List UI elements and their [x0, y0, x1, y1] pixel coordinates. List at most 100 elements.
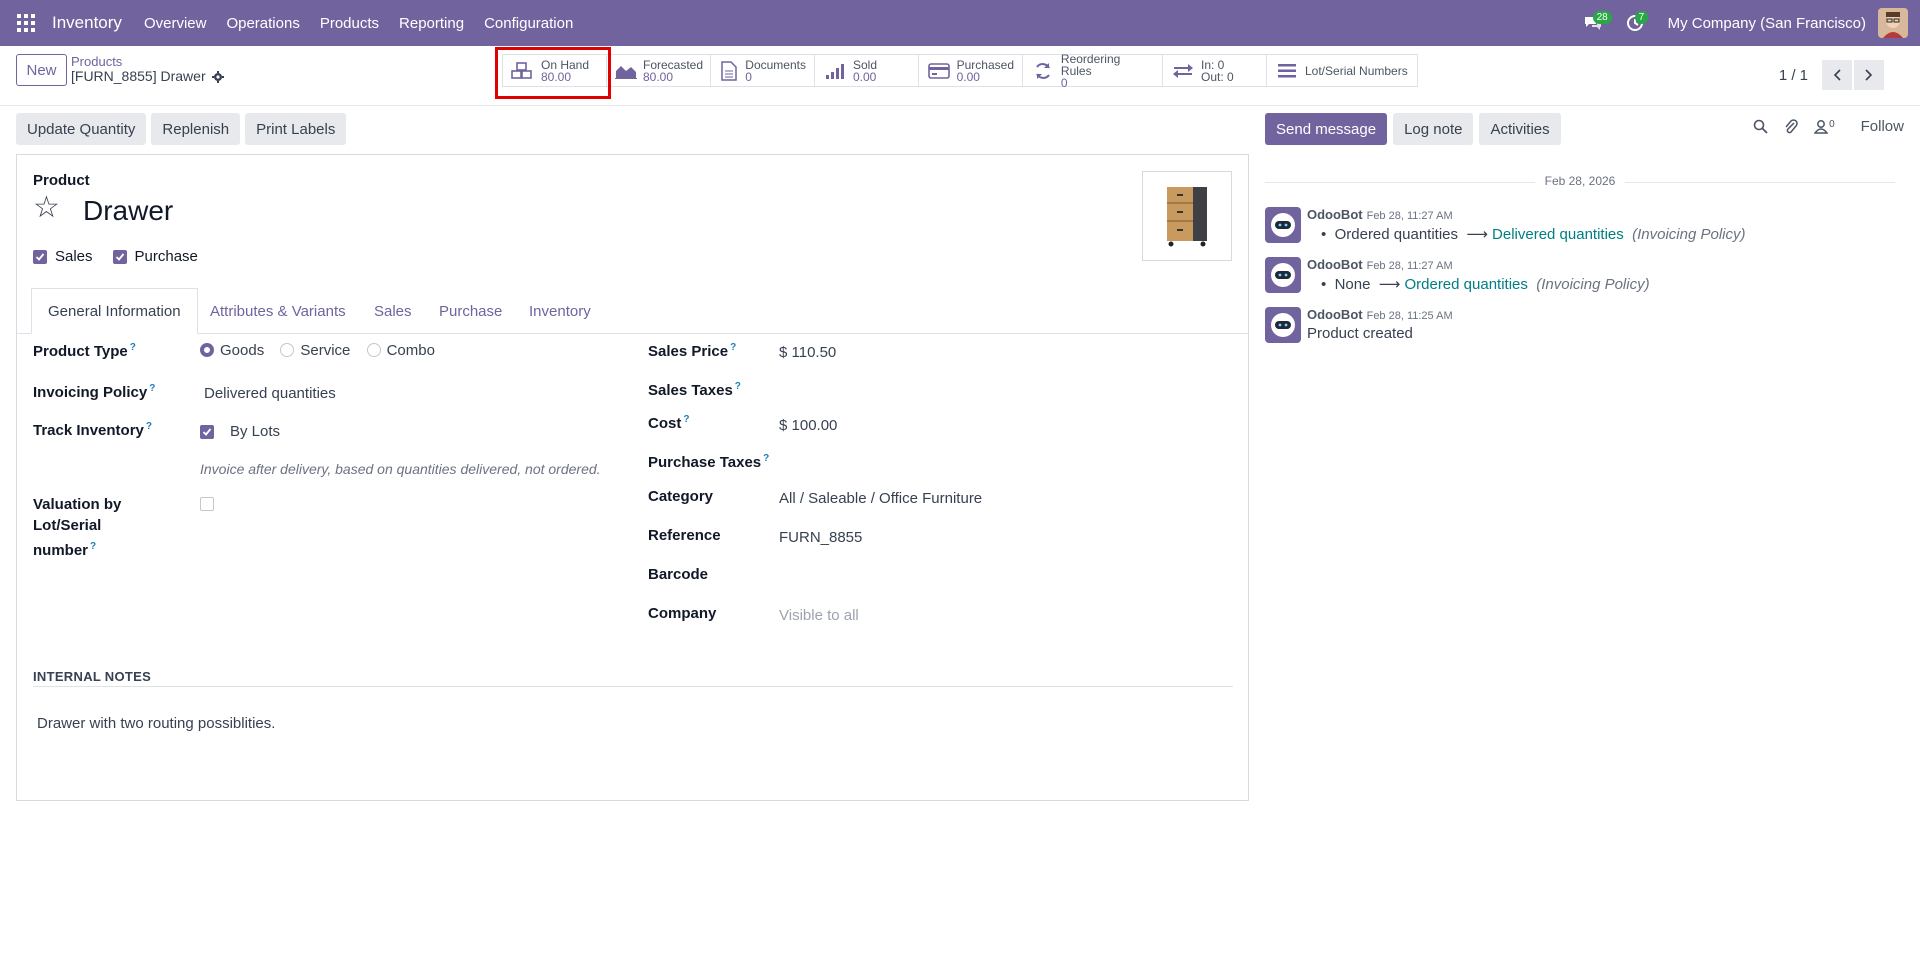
breadcrumb-products-link[interactable]: Products	[71, 54, 224, 69]
smart-buttons: On Hand 80.00 Forecasted 80.00 Documents 0 …	[502, 53, 1418, 89]
tracking-select[interactable]: By Lots	[230, 423, 280, 440]
paperclip-icon[interactable]	[1784, 118, 1798, 135]
tab-purchase[interactable]: Purchase	[439, 288, 502, 334]
menu-overview[interactable]: Overview	[144, 15, 207, 32]
credit-card-icon	[927, 60, 951, 82]
message-body: Product created	[1307, 325, 1413, 342]
category-field[interactable]: All / Saleable / Office Furniture	[779, 490, 982, 507]
help-tooltip-icon[interactable]: ?	[730, 342, 736, 353]
refresh-icon	[1031, 60, 1055, 82]
help-tooltip-icon[interactable]: ?	[90, 541, 96, 552]
message-time: Feb 28, 11:25 AM	[1366, 310, 1453, 322]
help-tooltip-icon[interactable]: ?	[149, 383, 155, 394]
menu-operations[interactable]: Operations	[226, 15, 299, 32]
product-name-field[interactable]: Drawer	[83, 195, 173, 227]
help-tooltip-icon[interactable]: ?	[763, 453, 769, 464]
signal-icon	[823, 60, 847, 82]
stat-value: 0.00	[853, 69, 877, 84]
send-message-button[interactable]: Send message	[1265, 113, 1388, 145]
gear-icon[interactable]	[211, 70, 224, 83]
internal-notes-divider	[33, 686, 1233, 687]
tab-general-information[interactable]: General Information	[31, 288, 198, 334]
stat-in: In: 0	[1201, 57, 1225, 72]
sales-taxes-field[interactable]	[779, 381, 1199, 401]
activities-button[interactable]: Activities	[1479, 113, 1561, 145]
sales-checkbox[interactable]	[33, 249, 47, 264]
search-icon[interactable]	[1753, 119, 1768, 134]
app-name[interactable]: Inventory	[52, 13, 122, 33]
invoicing-policy-label: Invoicing Policy?	[33, 383, 155, 401]
product-image[interactable]	[1142, 171, 1232, 261]
stat-purchased[interactable]: Purchased 0.00	[919, 55, 1023, 86]
replenish-button[interactable]: Replenish	[151, 113, 241, 145]
radio-goods[interactable]: Goods	[200, 342, 264, 359]
new-button[interactable]: New	[16, 54, 67, 86]
pager-next-button[interactable]	[1854, 60, 1884, 90]
stat-value: 80.00	[643, 69, 674, 84]
message-body: • None ⟶ Ordered quantities (Invoicing P…	[1321, 276, 1650, 293]
help-tooltip-icon[interactable]: ?	[130, 342, 136, 353]
chatter-message: OdooBot Feb 28, 11:27 AM • Ordered quanti…	[1265, 207, 1905, 247]
purchase-taxes-field[interactable]	[779, 453, 1199, 473]
tab-attributes-variants[interactable]: Attributes & Variants	[210, 288, 346, 334]
reference-field[interactable]: FURN_8855	[779, 529, 862, 546]
message-author: OdooBot Feb 28, 11:25 AM	[1307, 307, 1453, 322]
barcode-field[interactable]	[779, 566, 1199, 586]
old-value: None	[1334, 276, 1371, 293]
radio-combo[interactable]: Combo	[366, 342, 435, 359]
stat-lot-serial-numbers[interactable]: Lot/Serial Numbers	[1267, 55, 1417, 86]
tab-sales[interactable]: Sales	[374, 288, 412, 334]
sales-taxes-label-text: Sales Taxes	[648, 382, 733, 399]
internal-notes-field[interactable]: Drawer with two routing possiblities.	[37, 715, 275, 732]
radio-goods-label: Goods	[220, 342, 265, 359]
pager-count[interactable]: 1 / 1	[1779, 67, 1808, 84]
pager-previous-button[interactable]	[1822, 60, 1852, 90]
category-label: Category	[648, 488, 714, 505]
chatter-date-separator: Feb 28, 2026	[1265, 174, 1895, 190]
print-labels-button[interactable]: Print Labels	[245, 113, 347, 145]
apps-menu-icon[interactable]	[0, 0, 52, 46]
message-time: Feb 28, 11:27 AM	[1366, 210, 1453, 222]
activities-button[interactable]: 7	[1622, 10, 1649, 36]
favorite-star-icon[interactable]: ☆	[33, 193, 60, 223]
log-note-button[interactable]: Log note	[1393, 113, 1474, 145]
track-inventory-checkbox[interactable]	[200, 424, 214, 439]
invoicing-policy-field[interactable]: Delivered quantities	[204, 385, 336, 402]
menu-configuration[interactable]: Configuration	[484, 15, 573, 32]
valuation-checkbox[interactable]	[200, 497, 214, 511]
company-field[interactable]: Visible to all	[779, 607, 859, 624]
valuation-label-line1: Valuation by Lot/Serial	[33, 496, 122, 534]
stat-label: Forecasted	[643, 57, 704, 72]
help-tooltip-icon[interactable]: ?	[735, 381, 741, 392]
messages-count-badge: 28	[1592, 11, 1612, 24]
menu-reporting[interactable]: Reporting	[399, 15, 464, 32]
form-tabs: General Information Attributes & Variant…	[17, 288, 1248, 334]
author-name: OdooBot	[1307, 257, 1363, 272]
update-quantity-button[interactable]: Update Quantity	[16, 113, 147, 145]
purchase-checkbox[interactable]	[112, 249, 127, 264]
messages-button[interactable]: 28	[1580, 10, 1612, 36]
sales-price-label-text: Sales Price	[648, 343, 729, 360]
sales-price-field[interactable]: $ 110.50	[779, 344, 836, 361]
help-tooltip-icon[interactable]: ?	[146, 421, 152, 432]
cost-label-text: Cost	[648, 415, 682, 432]
user-icon	[1814, 120, 1829, 134]
chatter-actions: Send message Log note Activities	[1265, 113, 1561, 145]
company-switcher[interactable]: My Company (San Francisco)	[1668, 15, 1866, 32]
followers-button[interactable]: 0	[1814, 119, 1835, 134]
help-tooltip-icon[interactable]: ?	[683, 414, 689, 425]
follow-button[interactable]: Follow	[1861, 118, 1904, 135]
sales-checkbox-label: Sales	[55, 248, 93, 265]
menu-products[interactable]: Products	[320, 15, 379, 32]
radio-combo-label: Combo	[386, 342, 435, 359]
changed-field: (Invoicing Policy)	[1632, 226, 1746, 243]
stat-forecasted[interactable]: Forecasted 80.00	[607, 55, 711, 86]
user-avatar[interactable]	[1878, 8, 1908, 38]
stat-reordering-rules[interactable]: Reordering Rules 0	[1023, 53, 1163, 89]
stat-in-out[interactable]: In: 0 Out: 0	[1163, 55, 1267, 86]
stat-sold[interactable]: Sold 0.00	[815, 55, 919, 86]
radio-service[interactable]: Service	[280, 342, 350, 359]
tab-inventory[interactable]: Inventory	[529, 288, 591, 334]
stat-documents[interactable]: Documents 0	[711, 55, 815, 86]
cost-field[interactable]: $ 100.00	[779, 417, 837, 434]
